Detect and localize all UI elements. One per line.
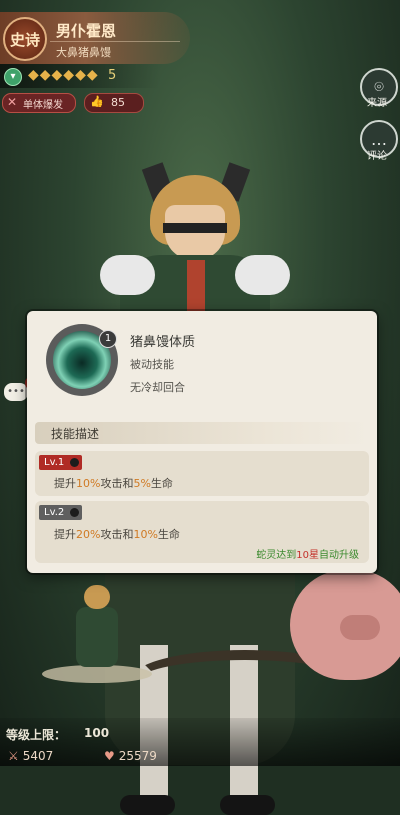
effect-value: 20% bbox=[76, 528, 101, 541]
level-card-2: Lv.2 提升20%攻击和10%生命 蛇灵达到10星自动升级 bbox=[35, 501, 369, 563]
ruffle-left bbox=[100, 255, 155, 295]
effect-text: 提升 bbox=[54, 528, 76, 541]
source-label: 来源 bbox=[367, 98, 387, 109]
burst-tag: ✕ 单体爆发 bbox=[2, 93, 76, 113]
hero-name: 男仆霍恩 bbox=[56, 22, 117, 40]
attack-value: 5407 bbox=[22, 749, 54, 763]
skill-type: 被动技能 bbox=[130, 358, 174, 371]
character-shoe-left bbox=[120, 795, 175, 815]
effect-text: 攻击和 bbox=[100, 528, 134, 541]
effect-text: 攻击和 bbox=[100, 477, 134, 490]
mini-body bbox=[76, 607, 118, 667]
heart-icon: ♥ bbox=[104, 749, 115, 763]
skill-cooldown: 无冷却回合 bbox=[130, 381, 185, 394]
gem-icon: ▾ bbox=[4, 68, 22, 86]
thumbs-up-icon: 👍 bbox=[90, 95, 104, 108]
comment-label: 评论 bbox=[367, 151, 387, 162]
mini-model[interactable] bbox=[42, 585, 152, 685]
rarity-badge: 史诗 bbox=[3, 17, 47, 61]
health-stat: ♥ 25579 bbox=[104, 749, 157, 763]
hero-title: 大鼻猪鼻馒 bbox=[56, 46, 111, 59]
comment-bubble-icon: … bbox=[371, 129, 387, 149]
effect-text: 提升 bbox=[54, 477, 76, 490]
chat-dots-icon: ••• bbox=[7, 386, 25, 397]
character-blindfold bbox=[163, 223, 227, 233]
crossed-swords-icon: ✕ bbox=[7, 95, 18, 109]
effect-value: 10% bbox=[76, 477, 101, 490]
level-cap-value: 100 bbox=[84, 726, 110, 740]
sword-icon: ⚔ bbox=[8, 749, 19, 763]
header-divider bbox=[50, 41, 180, 42]
upgrade-text: 自动升级 bbox=[319, 550, 359, 561]
level-card-1: Lv.1 提升10%攻击和5%生命 bbox=[35, 451, 369, 496]
attack-stat: ⚔ 5407 bbox=[8, 749, 53, 763]
effect-value: 10% bbox=[133, 528, 158, 541]
character-shoe-right bbox=[220, 795, 275, 815]
upgrade-hint: 蛇灵达到10星自动升级 bbox=[256, 546, 359, 561]
effect-value: 5% bbox=[133, 477, 151, 490]
skill-level-badge: 1 bbox=[99, 330, 117, 348]
upgrade-star-req: 10星 bbox=[296, 550, 319, 561]
chat-button[interactable]: ••• bbox=[4, 383, 28, 401]
burst-tag-label: 单体爆发 bbox=[23, 100, 63, 111]
effect-text: 生命 bbox=[150, 477, 173, 490]
ruffle-right bbox=[235, 255, 290, 295]
model-base bbox=[42, 665, 152, 683]
effect-text: 生命 bbox=[157, 528, 180, 541]
skill-popup: 1 猪鼻馒体质 被动技能 无冷却回合 技能描述 Lv.1 提升10%攻击和5%生… bbox=[27, 311, 377, 573]
level-tag: Lv.1 bbox=[39, 455, 83, 470]
pig-snout bbox=[340, 615, 380, 640]
like-button[interactable]: 👍 85 bbox=[84, 93, 144, 113]
level-effect: 提升20%攻击和10%生命 bbox=[54, 526, 180, 542]
description-header: 技能描述 bbox=[51, 427, 100, 441]
like-count: 85 bbox=[111, 96, 125, 109]
skill-name: 猪鼻馒体质 bbox=[130, 335, 196, 350]
health-value: 25579 bbox=[118, 749, 157, 763]
level-cap-label: 等级上限： bbox=[6, 728, 67, 742]
level-effect: 提升10%攻击和5%生命 bbox=[54, 475, 173, 491]
mini-head bbox=[84, 585, 110, 609]
level-tag: Lv.2 bbox=[39, 505, 83, 520]
upgrade-text: 蛇灵达到 bbox=[256, 550, 297, 561]
star-icons: ◆◆◆◆◆◆ bbox=[28, 67, 99, 83]
star-count: 5 bbox=[108, 68, 117, 83]
